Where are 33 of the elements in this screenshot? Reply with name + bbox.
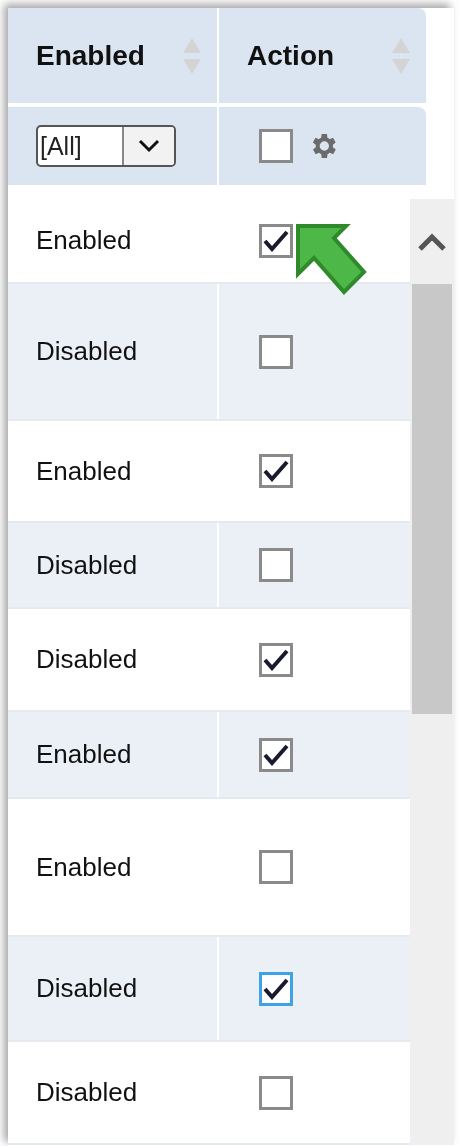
select-all-checkbox[interactable] (259, 129, 293, 163)
status-cell-text: Enabled (35, 851, 132, 883)
action-checkbox[interactable] (259, 971, 293, 1006)
column-header[interactable]: Action (219, 8, 426, 103)
status-cell-text: Enabled (35, 455, 132, 487)
check-icon (263, 460, 289, 482)
status-cell-text: Disabled (35, 336, 138, 367)
chevron-down-icon (138, 139, 160, 153)
status-cell-text: Disabled (35, 1077, 138, 1108)
scrollbar[interactable] (410, 199, 454, 1145)
action-checkbox[interactable] (259, 334, 293, 369)
check-icon (263, 648, 289, 671)
column-header[interactable]: Enabled (8, 8, 217, 103)
status-cell-text: Disabled (35, 549, 138, 581)
column-title: Action (247, 39, 335, 72)
action-checkbox[interactable] (259, 223, 293, 258)
action-checkbox[interactable] (259, 737, 293, 772)
action-checkbox[interactable] (259, 642, 293, 677)
status-cell-text: Enabled (35, 225, 132, 256)
status-cell-text: Disabled (35, 973, 138, 1004)
check-icon (263, 229, 289, 252)
status-cell-text: Disabled (35, 644, 138, 675)
action-checkbox[interactable] (259, 548, 293, 582)
check-icon (263, 977, 289, 1000)
status-cell-text: Enabled (35, 739, 132, 770)
action-checkbox[interactable] (259, 454, 293, 488)
scroll-up-icon[interactable] (417, 231, 447, 252)
check-icon (263, 743, 289, 766)
status-filter-select[interactable]: [All] (36, 125, 176, 167)
scrollbar-thumb[interactable] (412, 284, 452, 714)
column-title: Enabled (36, 39, 145, 72)
action-checkbox[interactable] (259, 1075, 293, 1110)
action-checkbox[interactable] (259, 850, 293, 884)
